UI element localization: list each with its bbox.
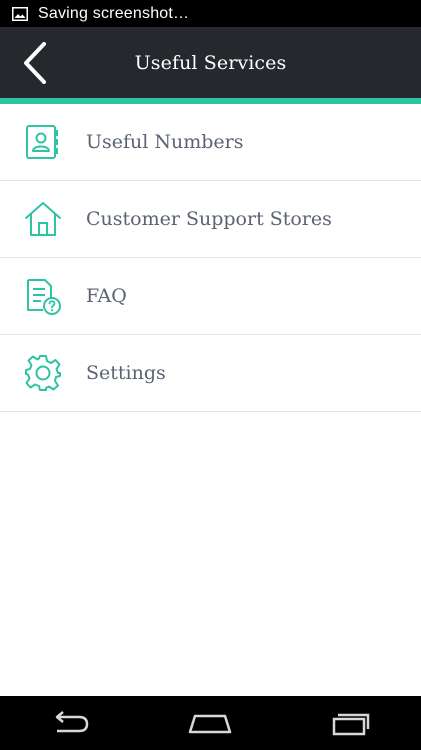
menu-item-label: FAQ [86, 285, 127, 307]
nav-back-button[interactable] [30, 696, 110, 750]
menu-item-customer-support-stores[interactable]: Customer Support Stores [0, 181, 421, 258]
home-icon [23, 199, 63, 239]
status-bar: Saving screenshot… [0, 0, 421, 27]
nav-recents-icon [332, 713, 370, 736]
contact-book-icon [23, 122, 63, 162]
faq-document-icon [23, 276, 63, 316]
app-bar: Useful Services [0, 27, 421, 98]
menu-item-label: Customer Support Stores [86, 208, 332, 230]
navigation-bar [0, 696, 421, 750]
nav-home-icon [189, 714, 232, 734]
status-text: Saving screenshot… [38, 4, 190, 22]
menu-item-label: Useful Numbers [86, 131, 244, 153]
nav-recents-button[interactable] [311, 696, 391, 750]
menu-item-faq[interactable]: FAQ [0, 258, 421, 335]
nav-home-button[interactable] [170, 696, 250, 750]
menu-item-useful-numbers[interactable]: Useful Numbers [0, 104, 421, 181]
image-icon [12, 6, 28, 21]
page-title: Useful Services [134, 51, 287, 74]
nav-back-icon [55, 711, 89, 733]
menu-list: Useful Numbers Customer Support Stores F… [0, 104, 421, 412]
chevron-left-icon [24, 41, 46, 84]
back-button[interactable] [10, 35, 60, 90]
gear-icon [23, 353, 63, 393]
menu-item-label: Settings [86, 362, 166, 384]
menu-item-settings[interactable]: Settings [0, 335, 421, 412]
